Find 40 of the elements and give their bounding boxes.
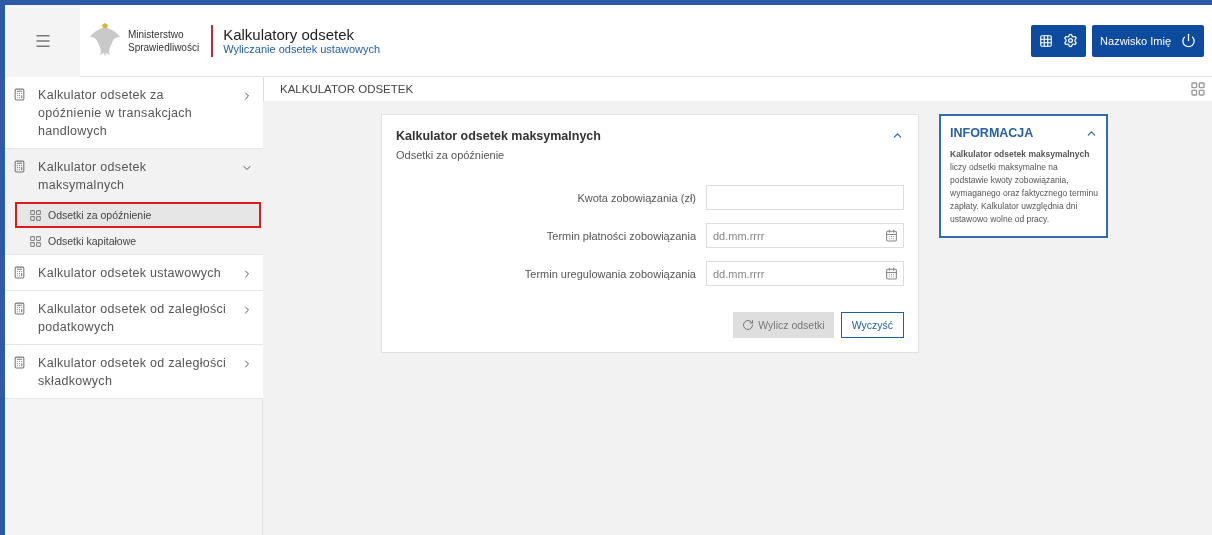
card-title: Kalkulator odsetek maksymalnych bbox=[396, 129, 601, 143]
calendar-icon[interactable] bbox=[885, 267, 898, 280]
date-field[interactable]: dd.mm.rrrr bbox=[706, 261, 904, 286]
card-subtitle: Odsetki za opóźnienie bbox=[396, 149, 506, 161]
menu-button[interactable] bbox=[5, 4, 80, 77]
sidebar-subitem[interactable]: Odsetki za opóźnienie bbox=[15, 202, 261, 228]
grid-icon bbox=[29, 234, 42, 248]
calculator-icon bbox=[13, 266, 26, 279]
sidebar-item[interactable]: Kalkulator odsetek za opóźnienie w transakcjach handlowych bbox=[5, 77, 263, 148]
refresh-icon bbox=[742, 319, 755, 331]
app-subtitle: Wyliczanie odsetek ustawowych bbox=[223, 43, 381, 55]
ministry-name: Sprawiedliwości bbox=[128, 40, 200, 54]
calculator-icon bbox=[13, 160, 26, 173]
ministry-name: Ministerstwo bbox=[128, 27, 185, 41]
calculator-icon bbox=[13, 356, 26, 369]
info-text: Kalkulator odsetek maksymalnych liczy odsetki maksymalne na podstawie kwoty zobowiązania, wymaganego oraz faktycznego terminu zapłaty. Kalkulator uwzględnia dni ustawowo wolne od pracy. bbox=[950, 148, 1098, 226]
grid-icon[interactable] bbox=[1190, 81, 1206, 97]
field-label: Termin płatności zobowiązania bbox=[545, 229, 696, 242]
breadcrumb: KALKULATOR ODSETEK bbox=[280, 83, 414, 95]
grid-icon bbox=[1039, 33, 1054, 48]
info-title: INFORMACJA bbox=[950, 126, 1034, 140]
sidebar-item[interactable]: Kalkulator odsetek maksymalnych bbox=[5, 149, 263, 202]
app-title: Kalkulatory odsetek bbox=[223, 26, 356, 43]
user-button[interactable]: Nazwisko Imię bbox=[1092, 24, 1204, 57]
field-label: Kwota zobowiązania (zł) bbox=[576, 191, 696, 204]
calculator-icon bbox=[13, 88, 26, 101]
input-field[interactable] bbox=[706, 185, 904, 210]
clear-button[interactable]: Wyczyść bbox=[840, 312, 904, 338]
calculator-icon bbox=[13, 302, 26, 315]
sidebar-subitem[interactable]: Odsetki kapitałowe bbox=[15, 228, 261, 254]
apps-settings-button[interactable] bbox=[1031, 24, 1087, 57]
sidebar-item[interactable]: Kalkulator odsetek od zaległości składkowych bbox=[5, 345, 263, 398]
field-label: Termin uregulowania zobowiązania bbox=[523, 267, 696, 280]
grid-icon bbox=[29, 208, 42, 222]
sidebar-item[interactable]: Kalkulator odsetek ustawowych bbox=[5, 255, 263, 290]
settings-icon bbox=[1063, 33, 1079, 48]
sidebar-item[interactable]: Kalkulator odsetek od zaległości podatkowych bbox=[5, 291, 263, 344]
power-icon bbox=[1181, 33, 1196, 48]
date-field[interactable]: dd.mm.rrrr bbox=[706, 223, 904, 248]
calendar-icon[interactable] bbox=[885, 229, 898, 242]
